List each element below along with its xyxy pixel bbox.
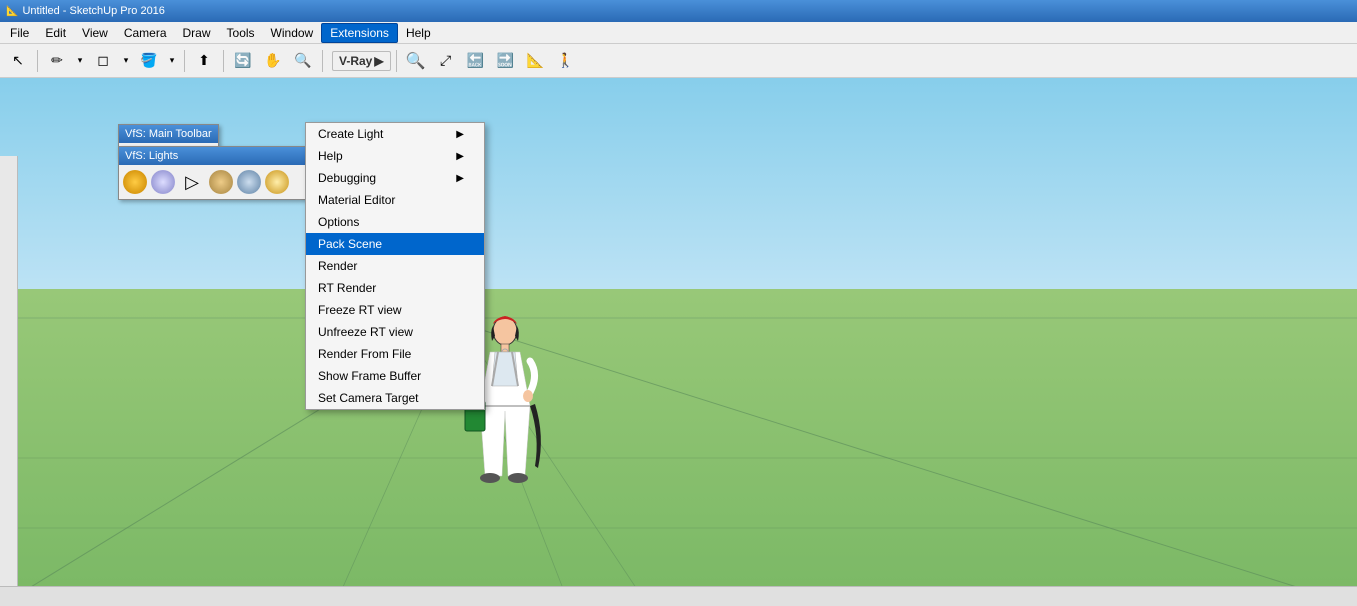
- menu-camera[interactable]: Camera: [116, 23, 175, 43]
- zoom-tool-btn[interactable]: 🔍: [289, 47, 317, 75]
- submenu-arrow-create-light: ▶: [456, 129, 464, 140]
- dropdown-item-material-editor[interactable]: Material Editor: [306, 189, 484, 211]
- sphere-light-btn[interactable]: [151, 170, 175, 194]
- sep1: [37, 50, 38, 72]
- dropdown-item-set-camera-target[interactable]: Set Camera Target: [306, 387, 484, 409]
- menu-bar: File Edit View Camera Draw Tools Window …: [0, 22, 1357, 44]
- pushpull-tool-btn[interactable]: ⬆: [190, 47, 218, 75]
- ies-light-btn[interactable]: [265, 170, 289, 194]
- menu-view[interactable]: View: [74, 23, 116, 43]
- prev-view-btn[interactable]: 🔙: [462, 47, 490, 75]
- sep2: [184, 50, 185, 72]
- dropdown-item-create-light[interactable]: Create Light ▶: [306, 123, 484, 145]
- sep3: [223, 50, 224, 72]
- omni-light-btn[interactable]: [123, 170, 147, 194]
- paint-dropdown-btn[interactable]: ▾: [165, 47, 179, 75]
- pencil-dropdown-btn[interactable]: ▾: [73, 47, 87, 75]
- sep5: [396, 50, 397, 72]
- submenu-arrow-debugging: ▶: [456, 173, 464, 184]
- menu-tools[interactable]: Tools: [219, 23, 263, 43]
- next-view-btn[interactable]: 🔜: [492, 47, 520, 75]
- dropdown-item-pack-scene[interactable]: Pack Scene: [306, 233, 484, 255]
- dropdown-item-help[interactable]: Help ▶: [306, 145, 484, 167]
- scene-area: VfS: Main Toolbar VfS: Lights ✕ ▷ Create…: [0, 78, 1357, 606]
- menu-file[interactable]: File: [2, 23, 37, 43]
- search-btn[interactable]: 🔍: [402, 47, 430, 75]
- vray-expand-icon: ▶: [374, 54, 383, 68]
- menu-extensions[interactable]: Extensions: [321, 23, 398, 43]
- dropdown-item-rt-render[interactable]: RT Render: [306, 277, 484, 299]
- eraser-tool-btn[interactable]: ◻: [89, 47, 117, 75]
- vray-label: V-Ray: [339, 54, 372, 68]
- menu-window[interactable]: Window: [263, 23, 322, 43]
- vray-toolbar[interactable]: V-Ray ▶: [332, 51, 391, 71]
- spot-light-btn[interactable]: ▷: [179, 169, 205, 195]
- orbit-tool-btn[interactable]: 🔄: [229, 47, 257, 75]
- dropdown-item-unfreeze-rt[interactable]: Unfreeze RT view: [306, 321, 484, 343]
- rect-light-btn[interactable]: [209, 170, 233, 194]
- paint-tool-btn[interactable]: 🪣: [135, 47, 163, 75]
- dropdown-item-debugging[interactable]: Debugging ▶: [306, 167, 484, 189]
- dropdown-item-show-frame-buffer[interactable]: Show Frame Buffer: [306, 365, 484, 387]
- eraser-dropdown-btn[interactable]: ▾: [119, 47, 133, 75]
- left-ruler: [0, 156, 18, 606]
- title-bar: 📐 Untitled - SketchUp Pro 2016: [0, 0, 1357, 22]
- zoom-extents-btn[interactable]: ⤢: [432, 47, 460, 75]
- menu-edit[interactable]: Edit: [37, 23, 74, 43]
- ground-background: [0, 289, 1357, 606]
- main-toolbar: ↖ ✏ ▾ ◻ ▾ 🪣 ▾ ⬆ 🔄 ✋ 🔍 V-Ray ▶ 🔍 ⤢ 🔙 🔜 📐 …: [0, 44, 1357, 78]
- dropdown-item-freeze-rt[interactable]: Freeze RT view: [306, 299, 484, 321]
- dropdown-item-render[interactable]: Render: [306, 255, 484, 277]
- walk-btn[interactable]: 🚶: [552, 47, 580, 75]
- sep4: [322, 50, 323, 72]
- section-btn[interactable]: 📐: [522, 47, 550, 75]
- vfs-main-toolbar-title: VfS: Main Toolbar: [119, 125, 218, 143]
- select-tool-btn[interactable]: ↖: [4, 47, 32, 75]
- dropdown-item-render-from-file[interactable]: Render From File: [306, 343, 484, 365]
- pan-tool-btn[interactable]: ✋: [259, 47, 287, 75]
- submenu-arrow-help: ▶: [456, 151, 464, 162]
- menu-draw[interactable]: Draw: [175, 23, 219, 43]
- status-bar: [0, 586, 1357, 606]
- extensions-dropdown: Create Light ▶ Help ▶ Debugging ▶ Materi…: [305, 122, 485, 410]
- dome-light-btn[interactable]: [237, 170, 261, 194]
- menu-help[interactable]: Help: [398, 23, 439, 43]
- pencil-tool-btn[interactable]: ✏: [43, 47, 71, 75]
- window-title: Untitled - SketchUp Pro 2016: [22, 5, 164, 17]
- dropdown-item-options[interactable]: Options: [306, 211, 484, 233]
- app-icon: 📐: [6, 6, 18, 17]
